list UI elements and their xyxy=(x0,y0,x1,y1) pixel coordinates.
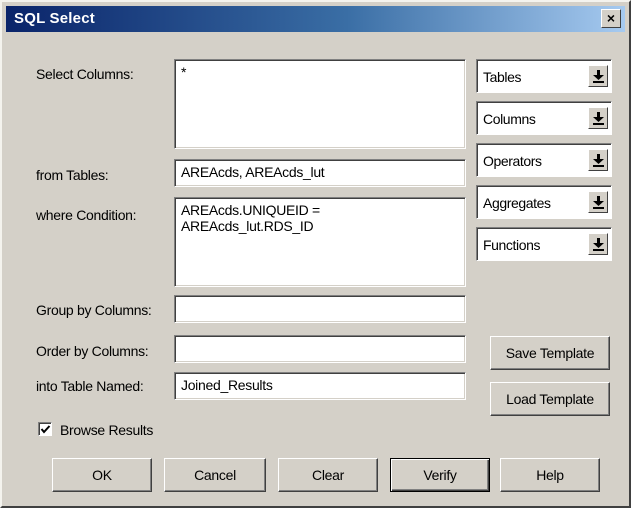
load-template-button[interactable]: Load Template xyxy=(490,382,610,416)
tables-dropdown[interactable]: Tables xyxy=(476,59,612,93)
arrow-down-bar-icon[interactable] xyxy=(588,149,608,171)
close-button[interactable]: × xyxy=(601,9,621,28)
sql-select-dialog: SQL Select × Select Columns: from Tables… xyxy=(0,0,631,508)
functions-dropdown-value: Functions xyxy=(483,237,541,253)
columns-dropdown[interactable]: Columns xyxy=(476,101,612,135)
ok-button[interactable]: OK xyxy=(52,458,152,492)
into-table-input[interactable]: Joined_Results xyxy=(174,372,466,400)
browse-results-label: Browse Results xyxy=(60,422,154,438)
arrow-down-bar-icon[interactable] xyxy=(588,191,608,213)
functions-dropdown[interactable]: Functions xyxy=(476,227,612,261)
tables-dropdown-value: Tables xyxy=(483,69,522,85)
browse-results-checkbox[interactable] xyxy=(38,422,52,436)
verify-button[interactable]: Verify xyxy=(390,458,490,492)
arrow-down-bar-icon[interactable] xyxy=(588,233,608,255)
where-condition-textarea[interactable]: AREAcds.UNIQUEID = AREAcds_lut.RDS_ID xyxy=(174,197,466,287)
group-by-input[interactable] xyxy=(174,295,466,323)
cancel-button[interactable]: Cancel xyxy=(164,458,266,492)
aggregates-dropdown[interactable]: Aggregates xyxy=(476,185,612,219)
select-columns-label: Select Columns: xyxy=(36,66,134,82)
from-tables-label: from Tables: xyxy=(36,167,109,183)
select-columns-textarea[interactable]: * xyxy=(174,59,466,149)
from-tables-input[interactable]: AREAcds, AREAcds_lut xyxy=(174,159,466,187)
arrow-down-bar-icon[interactable] xyxy=(588,65,608,87)
where-condition-label: where Condition: xyxy=(36,207,137,223)
into-table-label: into Table Named: xyxy=(36,378,144,394)
arrow-down-bar-icon[interactable] xyxy=(588,107,608,129)
columns-dropdown-value: Columns xyxy=(483,111,536,127)
clear-button[interactable]: Clear xyxy=(278,458,378,492)
help-button[interactable]: Help xyxy=(500,458,600,492)
aggregates-dropdown-value: Aggregates xyxy=(483,195,551,211)
operators-dropdown[interactable]: Operators xyxy=(476,143,612,177)
window-title: SQL Select xyxy=(14,10,95,27)
group-by-label: Group by Columns: xyxy=(36,302,152,318)
save-template-button[interactable]: Save Template xyxy=(490,336,610,370)
operators-dropdown-value: Operators xyxy=(483,153,542,169)
order-by-label: Order by Columns: xyxy=(36,343,149,359)
checkmark-icon xyxy=(40,425,51,434)
title-bar[interactable]: SQL Select × xyxy=(6,6,625,32)
order-by-input[interactable] xyxy=(174,335,466,363)
close-icon: × xyxy=(606,10,616,26)
